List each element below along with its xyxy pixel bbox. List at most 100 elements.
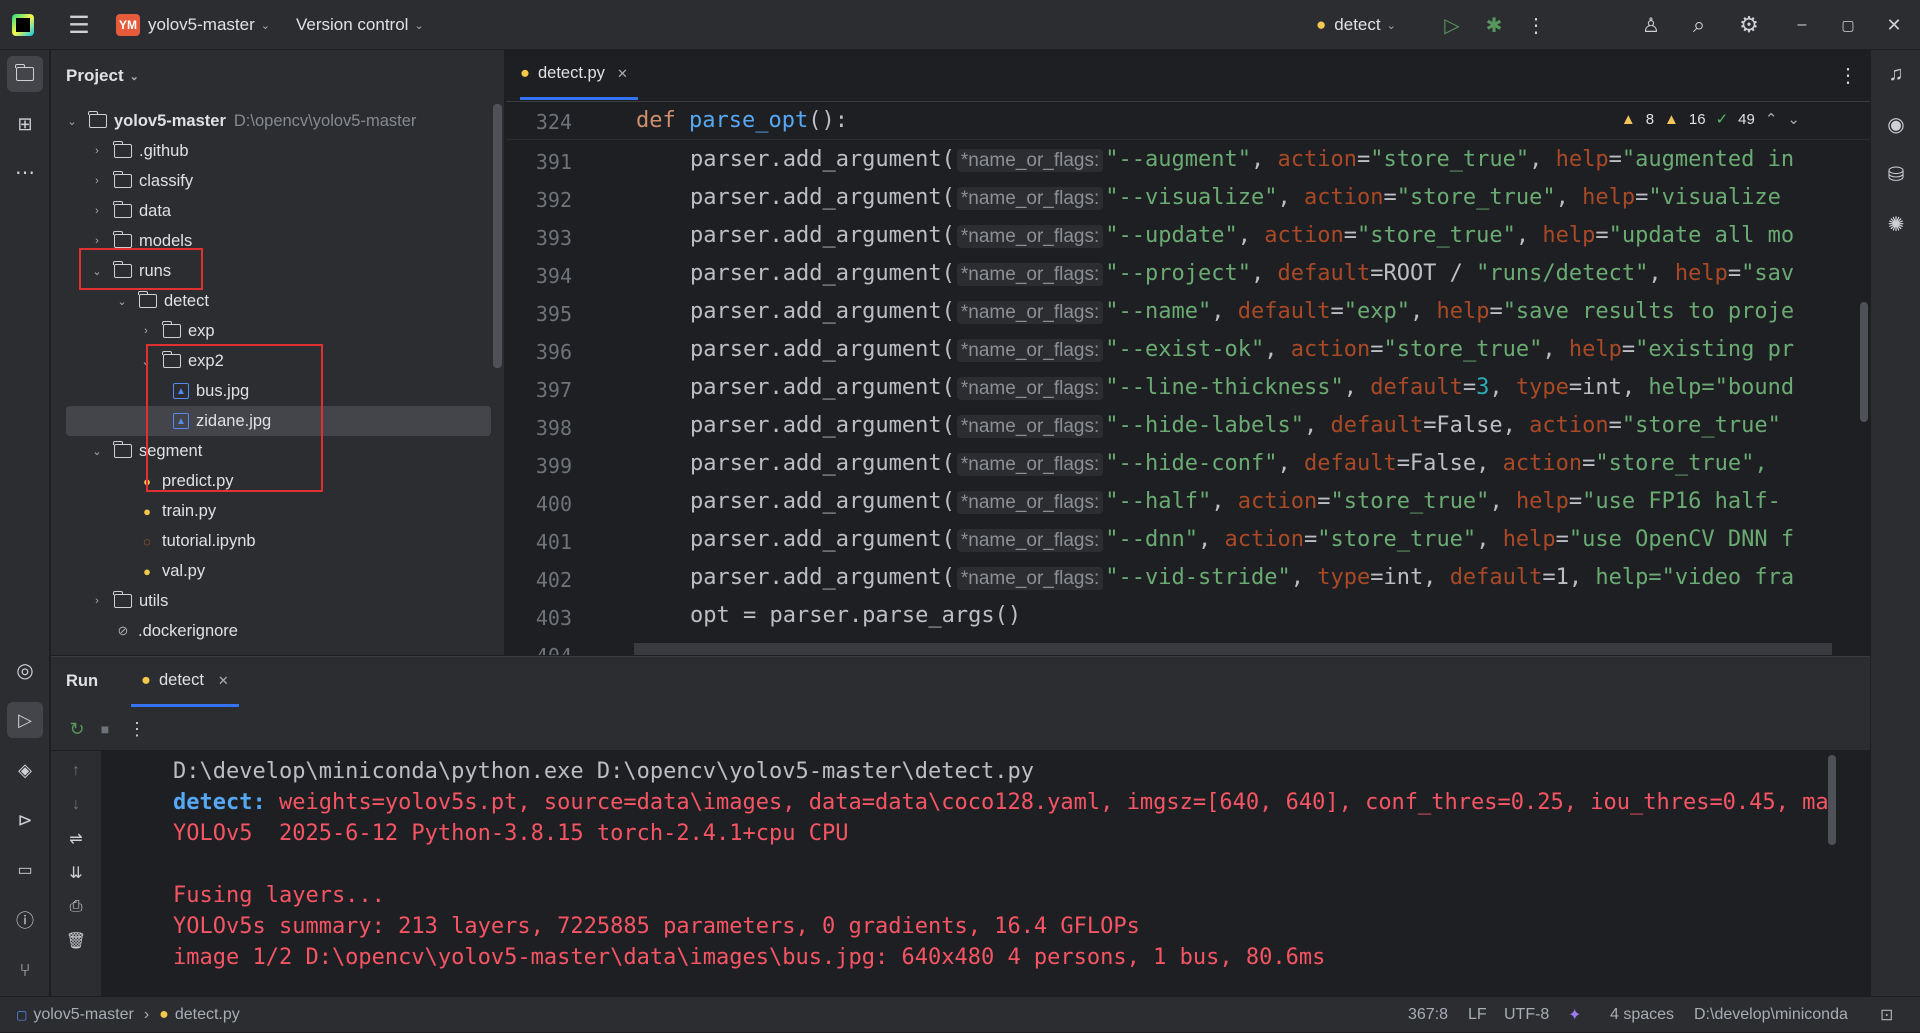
lock-icon[interactable]: ⊡ (1880, 997, 1893, 1033)
breadcrumb-project[interactable]: yolov5-master (33, 1006, 133, 1024)
clear-all-icon[interactable]: 🗑 (64, 929, 88, 953)
file-encoding[interactable]: UTF-8 (1504, 997, 1549, 1033)
folder-icon (113, 171, 132, 188)
print-icon[interactable]: ⎙ (64, 895, 88, 919)
project-tool-icon[interactable] (7, 56, 43, 92)
app-logo-icon[interactable] (12, 0, 38, 50)
chevron-up-icon[interactable]: ⌃ (1765, 110, 1778, 128)
run-tool-icon[interactable]: ▷ (7, 702, 43, 738)
problems-icon[interactable]: ⓘ (7, 902, 43, 938)
project-panel-header[interactable]: Project ⌄ (51, 50, 505, 102)
tree-root[interactable]: ⌄ yolov5-master D:\opencv\yolov5-master (51, 106, 491, 136)
run-config-selector[interactable]: ● detect ⌄ (1316, 0, 1396, 50)
run-side-toolbar: ↑ ↓ ⇌ ⇊ ⎙ 🗑 (51, 751, 101, 997)
code-token: "sav (1741, 261, 1795, 286)
maximize-icon[interactable]: ▢ (1836, 0, 1860, 50)
breadcrumb-file[interactable]: detect.py (175, 1006, 240, 1024)
tree-item-train-py[interactable]: ● train.py (51, 496, 491, 526)
terminal-icon[interactable]: ▭ (7, 852, 43, 888)
minimize-icon[interactable]: – (1790, 0, 1814, 50)
layers-icon[interactable]: ◈ (7, 752, 43, 788)
database-icon[interactable]: ⛁ (1878, 156, 1914, 192)
tree-item-dockerignore[interactable]: ⊘ .dockerignore (51, 616, 491, 646)
left-tool-strip: ⊞ ⋯ ◎ ▷ ◈ ⊳ ▭ ⓘ ⑂ (0, 50, 50, 996)
problems-indicator[interactable]: ▲ 8 ▲ 16 ✓ 49 ⌃ ⌄ (1620, 110, 1800, 129)
code-editor[interactable]: 324 def parse_opt(): ▲ 8 ▲ 16 ✓ 49 ⌃ ⌄ 391 p… (506, 102, 1870, 655)
arrow-up-icon[interactable]: ↑ (64, 759, 88, 783)
search-icon[interactable]: ⌕ (1684, 0, 1714, 50)
code-token: action (1237, 489, 1318, 514)
debug-icon[interactable]: ✱ (1480, 0, 1508, 50)
services-icon[interactable]: ⊳ (7, 802, 43, 838)
close-tab-icon[interactable]: ✕ (617, 66, 628, 82)
notifications-icon[interactable]: ♫ (1878, 56, 1914, 92)
run-icon[interactable]: ▷ (1438, 0, 1466, 50)
structure-tool-icon[interactable]: ⊞ (7, 106, 43, 142)
code-token: =False, (1396, 451, 1503, 476)
close-icon[interactable]: ✕ (1882, 0, 1906, 50)
line-number: 397 (535, 378, 572, 402)
project-scrollbar[interactable] (493, 104, 502, 368)
tree-item-classify[interactable]: › classify (51, 166, 491, 196)
editor-scrollbar[interactable] (1860, 302, 1868, 422)
line-separator[interactable]: LF (1468, 997, 1487, 1033)
folder-icon (113, 441, 132, 458)
warning-count: 8 (1645, 110, 1655, 128)
console-scrollbar[interactable] (1828, 755, 1836, 845)
code-text: (): (808, 108, 848, 133)
tree-item-utils[interactable]: › utils (51, 586, 491, 616)
parameter-hint: *name_or_flags: (956, 339, 1104, 362)
code-token: "save results to proje (1502, 299, 1795, 324)
cursor-position[interactable]: 367:8 (1408, 997, 1448, 1033)
parameter-hint: *name_or_flags: (956, 149, 1104, 172)
python-interpreter[interactable]: D:\develop\miniconda (1694, 997, 1848, 1033)
tree-item-detect[interactable]: ⌄ detect (51, 286, 491, 316)
add-user-icon[interactable]: ♙ (1636, 0, 1666, 50)
editor-tab-detect-py[interactable]: ● detect.py ✕ (520, 50, 638, 100)
parameter-hint: *name_or_flags: (956, 529, 1104, 552)
python-packages-icon[interactable]: ◎ (7, 652, 43, 688)
warning-icon: ▲ (1620, 110, 1636, 128)
tab-options-icon[interactable]: ⋮ (1836, 62, 1860, 88)
git-icon[interactable]: ⑂ (7, 952, 43, 988)
check-icon: ✓ (1715, 111, 1729, 128)
version-control-menu[interactable]: Version control ⌄ (296, 0, 424, 50)
weak-warning-count: 16 (1688, 110, 1706, 128)
console-output[interactable]: D:\develop\miniconda\python.exe D:\openc… (101, 751, 1870, 997)
code-line: parser.add_argument(*name_or_flags: "--hi… (690, 413, 1781, 438)
sciview-icon[interactable]: ✺ (1878, 206, 1914, 242)
tree-item-tutorial-ipynb[interactable]: ◌ tutorial.ipynb (51, 526, 491, 556)
arrow-down-icon[interactable]: ↓ (64, 793, 88, 817)
code-token: = (1595, 223, 1609, 248)
tree-item-label: classify (139, 171, 194, 190)
parameter-hint: *name_or_flags: (956, 491, 1104, 514)
rerun-icon[interactable]: ↻ (65, 717, 89, 741)
project-name: yolov5-master (148, 15, 255, 34)
soft-wrap-icon[interactable]: ⇌ (64, 827, 88, 851)
more-actions-icon[interactable]: ⋮ (1524, 0, 1548, 50)
run-tab-detect[interactable]: ● detect ✕ (131, 657, 239, 707)
ai-status-icon[interactable]: ✦ (1568, 997, 1581, 1033)
code-token: parser.add_argument( (690, 147, 955, 172)
code-line: parser.add_argument(*name_or_flags: "--na… (690, 299, 1794, 324)
ai-assistant-icon[interactable]: ◉ (1878, 106, 1914, 142)
close-tab-icon[interactable]: ✕ (218, 673, 229, 689)
stop-icon[interactable]: ■ (93, 717, 117, 741)
tree-item-val-py[interactable]: ● val.py (51, 556, 491, 586)
tree-item-data[interactable]: › data (51, 196, 491, 226)
code-token: "store_true" (1383, 337, 1543, 362)
indent-setting[interactable]: 4 spaces (1610, 997, 1674, 1033)
scroll-to-end-icon[interactable]: ⇊ (64, 861, 88, 885)
tree-item-exp[interactable]: › exp (51, 316, 491, 346)
sticky-header[interactable]: 324 def parse_opt(): ▲ 8 ▲ 16 ✓ 49 ⌃ ⌄ (506, 102, 1870, 140)
code-token: default (1449, 565, 1543, 590)
line-number: 403 (535, 606, 572, 630)
horizontal-scrollbar[interactable] (634, 643, 1832, 655)
settings-icon[interactable]: ⚙ (1734, 0, 1764, 50)
tree-item-github[interactable]: › .github (51, 136, 491, 166)
more-options-icon[interactable]: ⋮ (125, 717, 149, 741)
project-switcher[interactable]: YM yolov5-master ⌄ (116, 0, 270, 50)
chevron-down-icon[interactable]: ⌄ (1787, 110, 1800, 128)
more-tools-icon[interactable]: ⋯ (7, 154, 43, 190)
main-menu-icon[interactable]: ☰ (64, 0, 94, 50)
